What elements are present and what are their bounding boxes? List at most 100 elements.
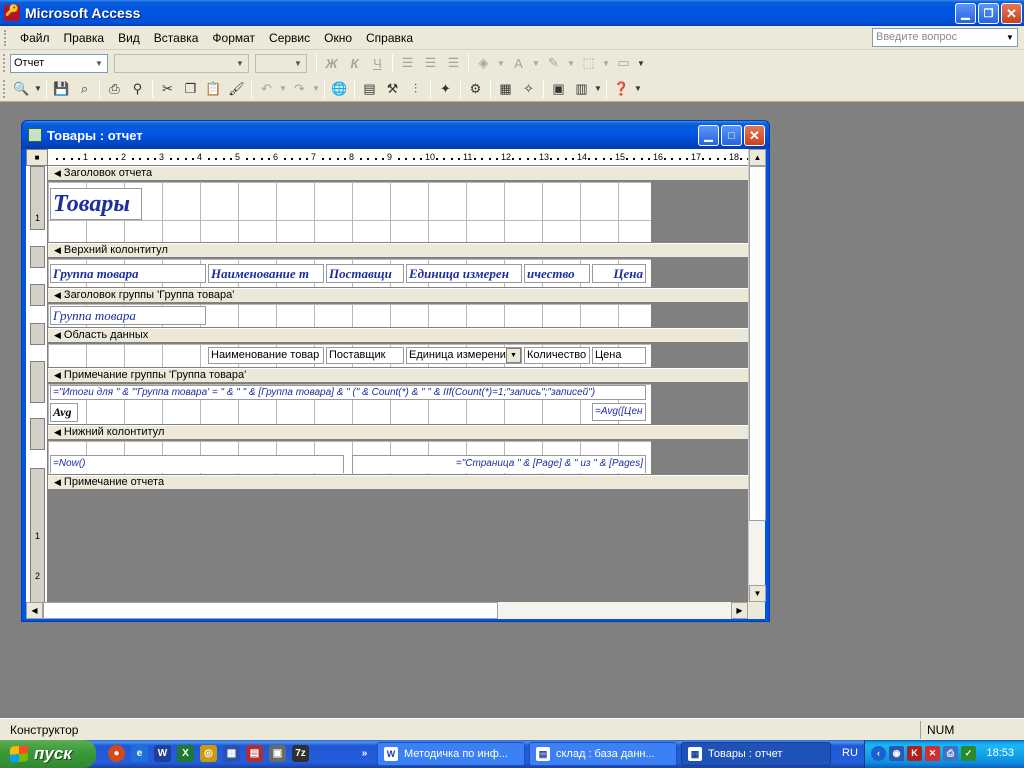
band-page-footer[interactable]: ◀ Нижний колонтитул (48, 425, 748, 440)
align-right-button[interactable]: ☰ (442, 52, 465, 74)
chevron-down-icon[interactable]: ▼ (565, 52, 577, 74)
menu-format[interactable]: Формат (205, 29, 262, 47)
browser-quicklaunch-icon[interactable]: ● (108, 745, 125, 762)
chevron-down-icon[interactable]: ▼ (233, 56, 247, 71)
chevron-down-icon[interactable]: ▼ (633, 78, 643, 100)
toolbar-grip[interactable] (4, 29, 7, 46)
detail-field-name[interactable]: Наименование товар (208, 347, 324, 364)
line-color-button[interactable]: ✎ (542, 52, 565, 74)
scroll-right-button[interactable]: ▶ (731, 602, 748, 619)
band-group-footer[interactable]: ◀ Примечание группы 'Группа товара' (48, 368, 748, 383)
band-area-detail[interactable]: Наименование товар Поставщик Единица изм… (48, 344, 651, 367)
section-selector-group-footer[interactable] (30, 361, 45, 403)
toolbar-grip[interactable] (3, 54, 6, 72)
section-selector-page-header[interactable] (30, 246, 45, 268)
chevron-down-icon[interactable]: ▼ (278, 78, 288, 100)
font-color-button[interactable]: A (507, 52, 530, 74)
menu-window[interactable]: Окно (317, 29, 359, 47)
band-group-header[interactable]: ◀ Заголовок группы 'Группа товара' (48, 288, 748, 303)
folder-icon[interactable]: ▣ (269, 745, 286, 762)
band-report-header[interactable]: ◀ Заголовок отчета (48, 166, 748, 181)
object-select[interactable]: Отчет ▼ (10, 53, 108, 73)
detail-field-quantity[interactable]: Количество (524, 347, 590, 364)
safely-remove-icon[interactable]: ✓ (961, 746, 976, 761)
group-header-field[interactable]: Группа товара (50, 306, 206, 325)
hyperlink-button[interactable]: 🌐 (328, 78, 351, 100)
chevron-left-icon[interactable]: ‹ (871, 746, 886, 761)
header-label-name[interactable]: Наименование т (208, 264, 324, 283)
builder-button[interactable]: ✧ (517, 78, 540, 100)
ask-question-input[interactable]: Введите вопрос ▼ (872, 28, 1018, 47)
start-button[interactable]: пуск (0, 740, 96, 768)
vertical-ruler[interactable]: 1 1 2 (26, 166, 48, 606)
restore-button[interactable]: ❐ (978, 3, 999, 24)
header-label-quantity[interactable]: ичество (524, 264, 590, 283)
report-minimize-button[interactable]: ▁ (698, 125, 719, 146)
band-area-report-header[interactable]: Товары (48, 182, 651, 242)
menu-help[interactable]: Справка (359, 29, 420, 47)
group-footer-avg-label[interactable]: Avg (50, 403, 78, 422)
minimize-button[interactable]: ▁ (955, 3, 976, 24)
system-clock[interactable]: 18:53 (986, 747, 1014, 759)
report-icon[interactable] (28, 128, 42, 142)
chevron-down-icon[interactable]: ▼ (593, 78, 603, 100)
chevron-down-icon[interactable]: ▼ (1003, 29, 1017, 46)
chevron-down-icon[interactable]: ▼ (311, 78, 321, 100)
scroll-up-button[interactable]: ▲ (749, 149, 766, 166)
report-selector[interactable]: ■ (26, 149, 48, 166)
language-indicator[interactable]: RU (842, 747, 858, 759)
group-footer-avg-expression[interactable]: =Avg([Цен (592, 403, 646, 421)
toolbar-grip[interactable] (3, 79, 6, 98)
section-selector-detail[interactable] (30, 323, 45, 345)
undo-button[interactable]: ↶ (255, 78, 278, 100)
autoformat-button[interactable]: ✦ (434, 78, 457, 100)
band-area-page-footer[interactable]: =Now() ="Страница " & [Page] & " из " & … (48, 441, 651, 474)
chevron-down-icon[interactable]: ▼ (92, 56, 106, 71)
header-label-supplier[interactable]: Поставщи (326, 264, 404, 283)
align-center-button[interactable]: ☰ (419, 52, 442, 74)
section-selector-page-footer[interactable] (30, 418, 45, 450)
save-button[interactable]: 💾 (50, 78, 73, 100)
line-width-button[interactable]: ⬚ (577, 52, 600, 74)
band-area-group-header[interactable]: Группа товара (48, 304, 651, 327)
help-button[interactable]: ❓ (610, 78, 633, 100)
italic-button[interactable]: К (343, 52, 366, 74)
report-window-titlebar[interactable]: Товары : отчет ▁ □ ✕ (22, 121, 769, 149)
report-close-button[interactable]: ✕ (744, 125, 765, 146)
vertical-scrollbar[interactable]: ▲ ▼ (748, 149, 766, 602)
chevron-down-icon[interactable]: ▼ (600, 52, 612, 74)
print-preview-button[interactable]: ⚲ (126, 78, 149, 100)
paste-button[interactable]: 📋 (202, 78, 225, 100)
chevron-down-icon[interactable]: ▼ (635, 52, 647, 74)
outlook-icon[interactable]: ◎ (200, 745, 217, 762)
sorting-grouping-button[interactable]: ⫶ (404, 78, 427, 100)
section-selector-group-header[interactable] (30, 284, 45, 306)
redo-button[interactable]: ↷ (288, 78, 311, 100)
chevron-down-icon[interactable]: ▼ (33, 78, 43, 100)
header-label-price[interactable]: Цена (592, 264, 646, 283)
page-footer-now[interactable]: =Now() (50, 455, 344, 473)
task-button-database[interactable]: ▤ склад : база данн... (529, 742, 677, 766)
detail-field-unit-combo[interactable]: Единица измерени ▼ (406, 347, 522, 364)
horizontal-scroll-thumb[interactable] (43, 602, 498, 619)
band-area-page-header[interactable]: Группа товара Наименование т Поставщи Ед… (48, 259, 651, 287)
properties-button[interactable]: ▦ (494, 78, 517, 100)
printer-tray-icon[interactable]: ⎙ (943, 746, 958, 761)
chevron-down-icon[interactable]: ▼ (506, 348, 521, 363)
horizontal-ruler[interactable]: 1 2 3 4 5 6 7 8 9 10 11 12 13 14 15 16 17 18 (48, 149, 748, 166)
detail-field-price[interactable]: Цена (592, 347, 646, 364)
antivirus-icon[interactable]: K (907, 746, 922, 761)
band-report-footer[interactable]: ◀ Примечание отчета (48, 475, 748, 490)
chevron-down-icon[interactable]: ▼ (291, 56, 305, 71)
chevron-down-icon[interactable]: ▼ (495, 52, 507, 74)
ie-icon[interactable]: e (131, 745, 148, 762)
field-list-button[interactable]: ▤ (358, 78, 381, 100)
database-window-button[interactable]: ▣ (547, 78, 570, 100)
bold-button[interactable]: Ж (320, 52, 343, 74)
grid-app-icon[interactable]: ▦ (223, 745, 240, 762)
alert-icon[interactable]: ✕ (925, 746, 940, 761)
chevron-down-icon[interactable]: ▼ (530, 52, 542, 74)
chevron-right-icon[interactable]: » (356, 745, 373, 762)
scroll-left-button[interactable]: ◀ (26, 602, 43, 619)
excel-icon[interactable]: X (177, 745, 194, 762)
